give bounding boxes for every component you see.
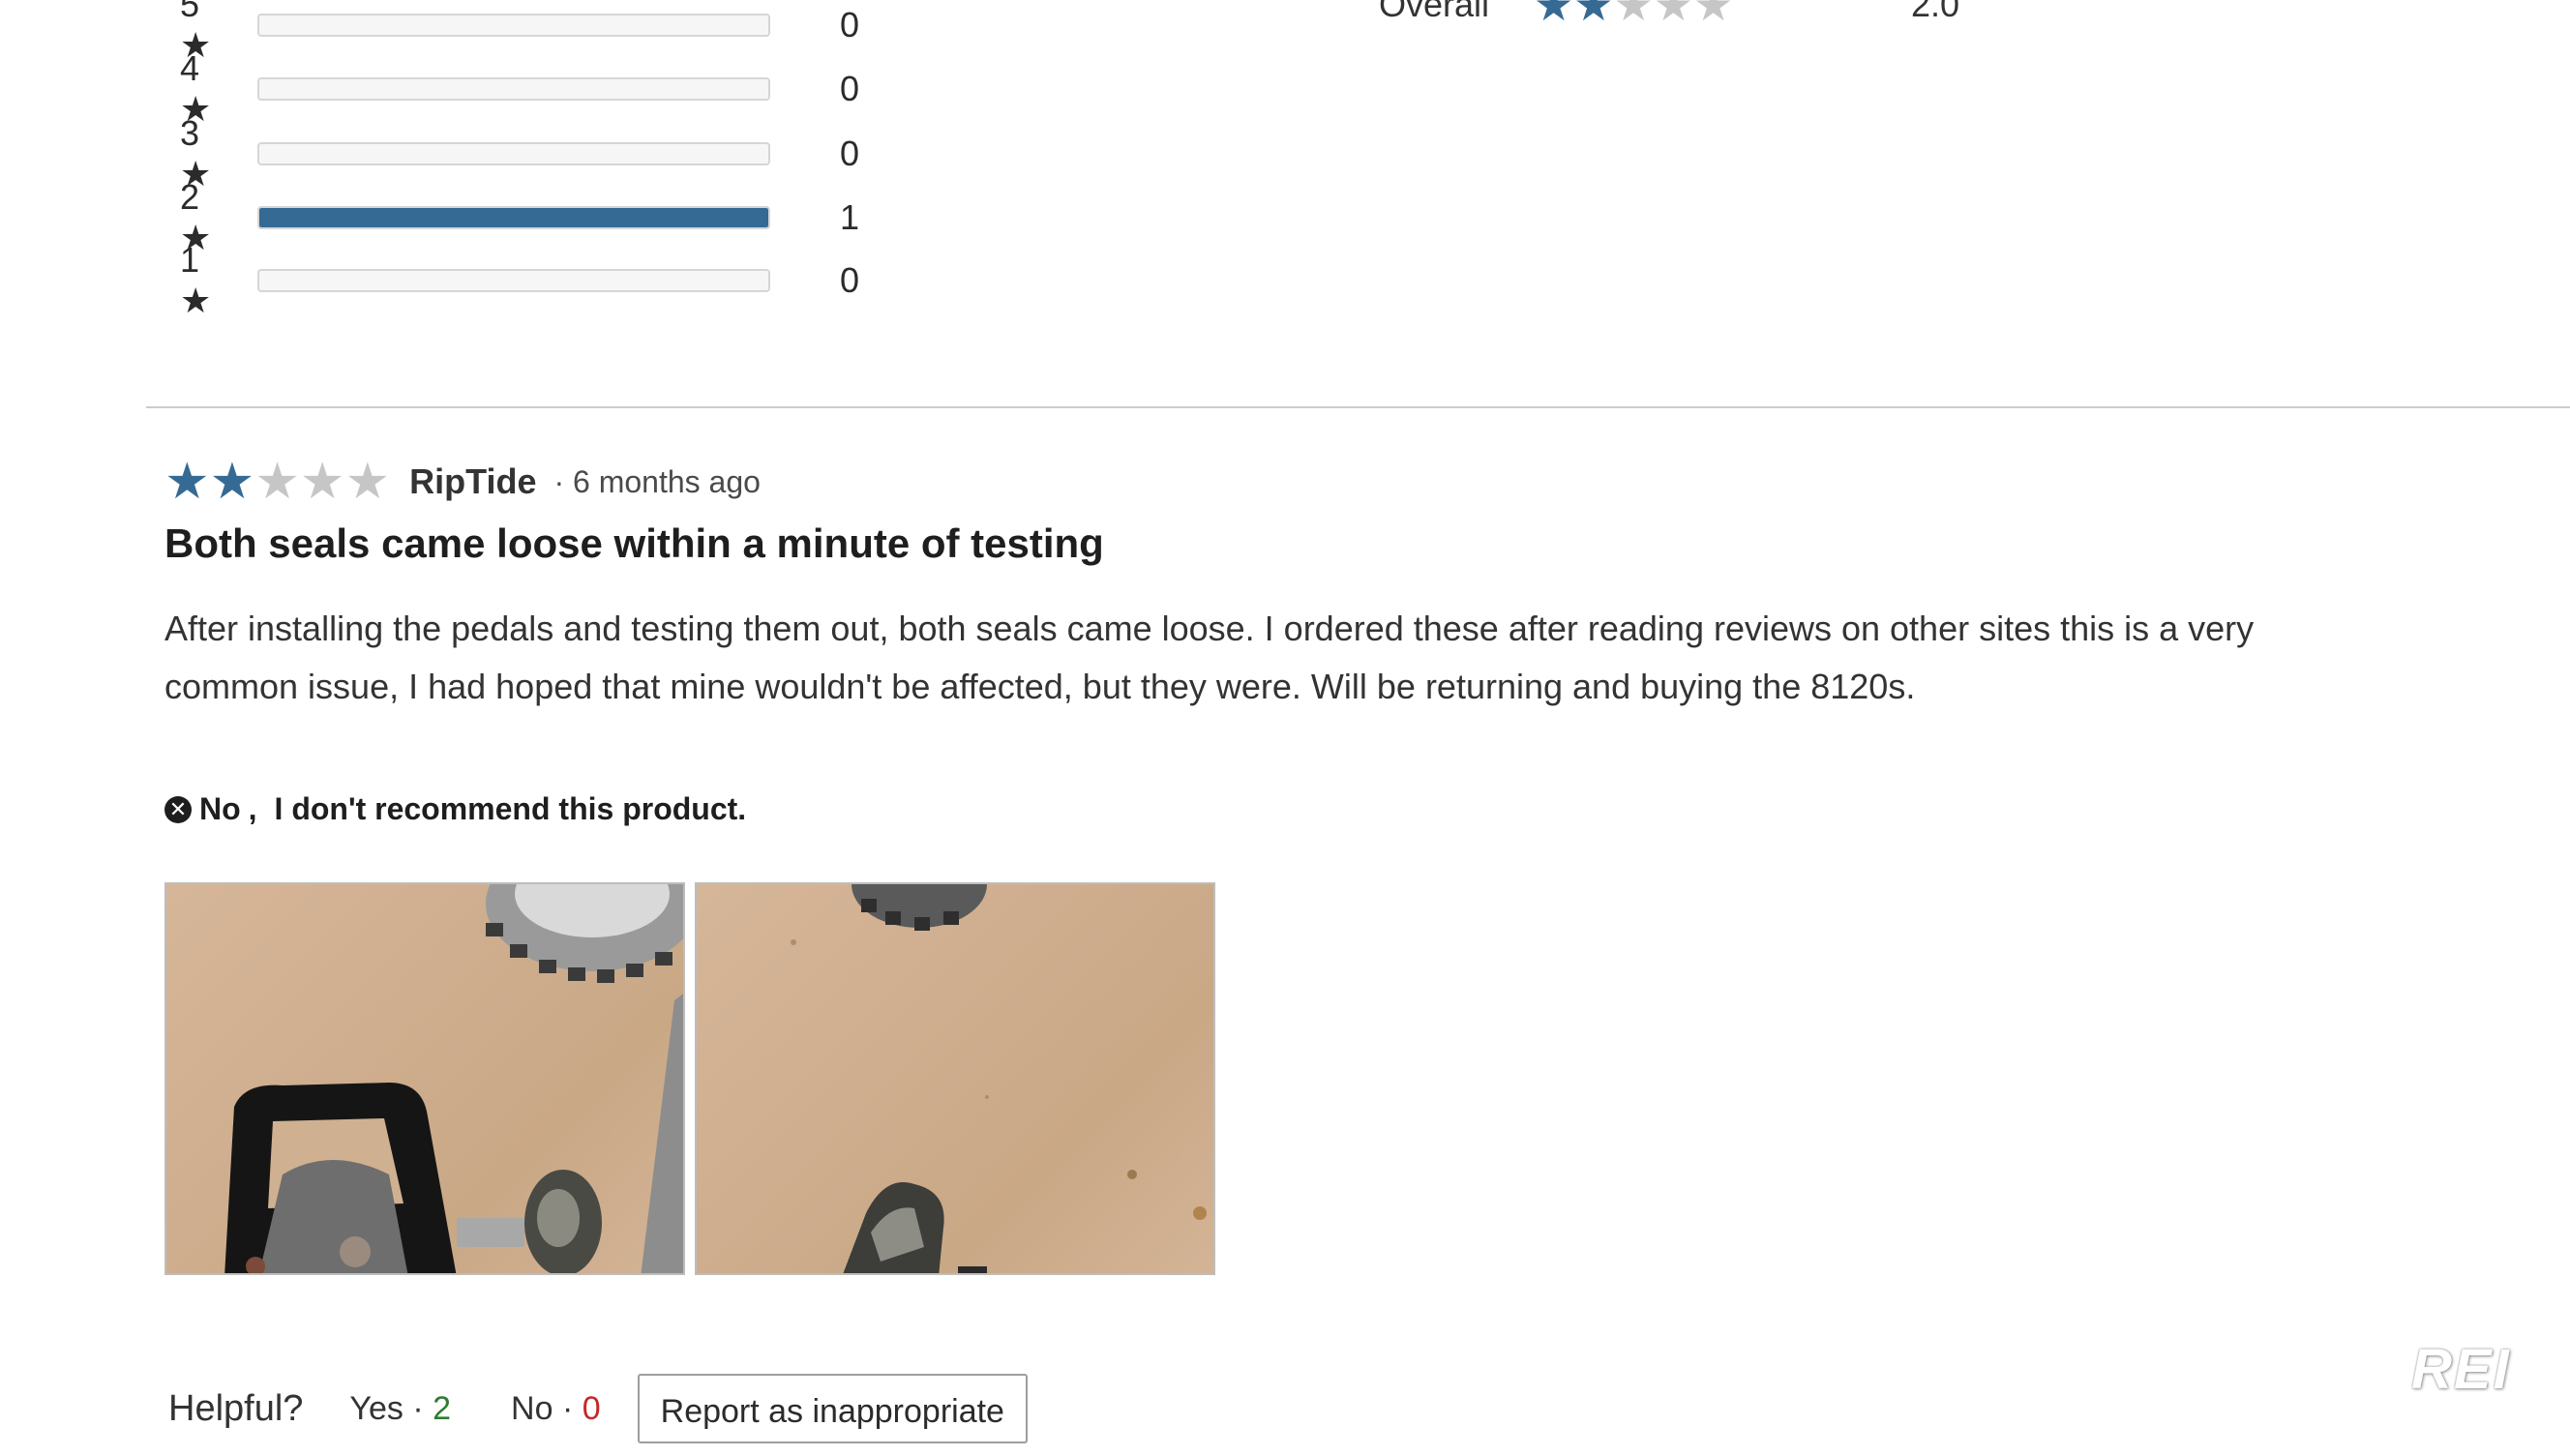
vote-no-label: No · — [511, 1389, 583, 1427]
recommendation: ✕ No, I don't recommend this product. — [164, 791, 746, 827]
recommend-no: No — [199, 791, 241, 826]
star-icon: ★ — [1613, 0, 1654, 30]
vote-yes-count: 2 — [433, 1389, 452, 1427]
star-icon: ★ — [344, 454, 391, 510]
vote-no-count: 0 — [582, 1389, 601, 1427]
overall-value: 2.0 — [1911, 0, 1960, 24]
review-photo[interactable] — [695, 882, 1215, 1275]
star-icon: ★ — [164, 454, 210, 510]
divider — [146, 406, 2570, 408]
rating-row-5[interactable]: 5 ★ 0 — [180, 0, 859, 65]
recommend-comma: , — [248, 791, 257, 826]
rating-row-count: 0 — [840, 69, 860, 108]
pedal-photo-icon — [791, 884, 1207, 1273]
rating-bar — [257, 142, 770, 165]
rating-row-label: 1 ★ — [180, 240, 212, 320]
helpful-label: Helpful? — [168, 1387, 304, 1429]
rei-watermark-logo: REI — [2411, 1338, 2511, 1401]
star-icon: ★ — [1693, 0, 1734, 30]
review-date: · 6 months ago — [553, 463, 761, 499]
rating-row-count: 0 — [840, 5, 860, 45]
helpful-bar: Helpful? Yes · 2 No · 0 Report as inappr… — [168, 1374, 1028, 1443]
rating-row-3[interactable]: 3 ★ 0 — [180, 113, 859, 193]
rating-bar-fill — [259, 208, 768, 227]
report-button[interactable]: Report as inappropriate — [637, 1374, 1028, 1443]
star-icon: ★ — [254, 454, 300, 510]
x-circle-icon: ✕ — [164, 795, 192, 823]
review-title: Both seals came loose within a minute of… — [164, 520, 1104, 566]
star-icon: ★ — [1573, 0, 1614, 30]
rating-row-1[interactable]: 1 ★ 0 — [180, 240, 859, 320]
review-body: After installing the pedals and testing … — [164, 609, 2255, 706]
rating-bar — [257, 269, 770, 292]
overall-label: Overall — [1379, 0, 1490, 24]
star-icon: ★ — [299, 454, 345, 510]
rating-row-count: 0 — [840, 260, 860, 300]
reviews-page: 5 ★ 0 4 ★ 0 3 ★ 0 2 ★ 1 1 ★ 0 Overall ★★… — [0, 0, 2570, 1456]
star-icon: ★ — [1653, 0, 1693, 30]
pedal-photo-icon — [224, 884, 683, 1273]
rating-bar — [257, 206, 770, 229]
reviewer-name: RipTide — [409, 461, 537, 501]
star-icon: ★ — [1534, 0, 1574, 30]
rating-bar — [257, 14, 770, 37]
overall-rating: Overall ★★★★★ 2.0 — [1379, 0, 1959, 31]
rating-row-count: 0 — [840, 134, 860, 173]
review-photo[interactable] — [164, 882, 685, 1275]
review-meta: ★★★★★ RipTide · 6 months ago — [164, 457, 761, 507]
rating-bar — [257, 77, 770, 101]
vote-yes-label: Yes · — [349, 1389, 433, 1427]
rating-row-2[interactable]: 2 ★ 1 — [180, 177, 859, 257]
star-icon: ★ — [209, 454, 255, 510]
overall-stars: ★★★★★ — [1534, 0, 1733, 31]
vote-yes-button[interactable]: Yes · 2 — [349, 1390, 451, 1428]
recommend-text: I don't recommend this product. — [274, 791, 747, 826]
rating-row-4[interactable]: 4 ★ 0 — [180, 48, 859, 129]
rating-row-count: 1 — [840, 197, 860, 237]
vote-no-button[interactable]: No · 0 — [511, 1390, 601, 1428]
review-stars: ★★★★★ — [164, 457, 390, 507]
